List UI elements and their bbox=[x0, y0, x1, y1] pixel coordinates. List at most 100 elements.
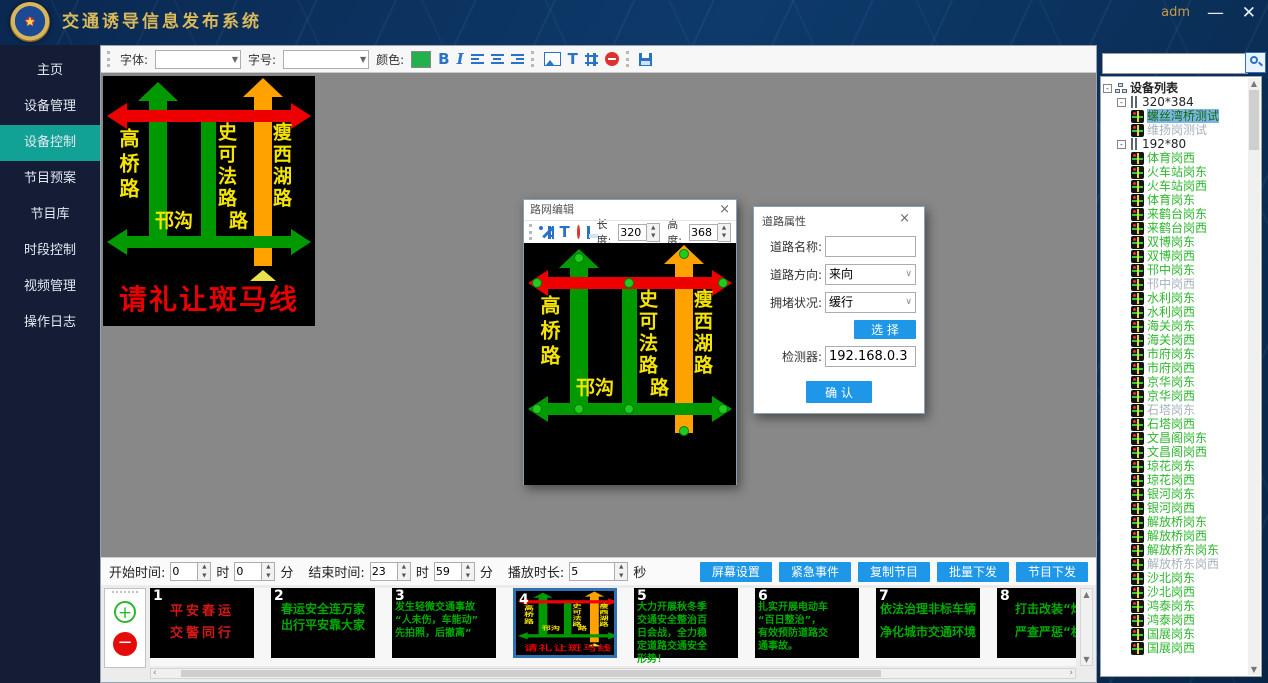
tree-device-item[interactable]: 解放桥东岗西 bbox=[1103, 557, 1247, 571]
tree-device-item[interactable]: 石塔岗西 bbox=[1103, 417, 1247, 431]
tree-device-item[interactable]: 螺丝湾桥测试 bbox=[1103, 109, 1247, 123]
search-button[interactable] bbox=[1245, 52, 1266, 73]
sidebar-item-program-library[interactable]: 节目库 bbox=[0, 197, 100, 233]
sidebar-item-home[interactable]: 主页 bbox=[0, 53, 100, 89]
close-icon[interactable]: × bbox=[719, 200, 730, 220]
align-center-icon[interactable] bbox=[491, 54, 504, 65]
tree-device-item[interactable]: 市府岗东 bbox=[1103, 347, 1247, 361]
tree-device-item[interactable]: 维扬岗测试 bbox=[1103, 123, 1247, 137]
end-hour-input[interactable] bbox=[370, 562, 398, 581]
tree-group-320x384[interactable]: -320*384 bbox=[1103, 95, 1247, 109]
height-stepper[interactable]: ▲▼ bbox=[718, 223, 731, 242]
playlist-item-1[interactable]: 1平安春运交警同行 bbox=[150, 588, 254, 658]
tree-device-item[interactable]: 京华岗西 bbox=[1103, 389, 1247, 403]
tree-device-item[interactable]: 解放桥东岗东 bbox=[1103, 543, 1247, 557]
tree-collapse-icon[interactable]: - bbox=[1117, 98, 1126, 107]
scroll-left-icon[interactable]: ‹ bbox=[153, 668, 157, 678]
congestion-select[interactable]: 缓行∨ bbox=[825, 292, 916, 313]
close-icon[interactable]: × bbox=[899, 211, 910, 226]
roadnet-sign-editor[interactable]: 高桥路史可法路瘦西湖路邗沟路 bbox=[524, 243, 736, 485]
start-minute-input[interactable] bbox=[234, 562, 262, 581]
roadnet-canvas[interactable]: 高桥路史可法路瘦西湖路邗沟路 bbox=[524, 243, 736, 485]
tree-device-item[interactable]: 解放桥岗东 bbox=[1103, 515, 1247, 529]
tree-device-item[interactable]: 鸿泰岗东 bbox=[1103, 599, 1247, 613]
length-stepper[interactable]: ▲▼ bbox=[647, 223, 660, 242]
tree-device-item[interactable]: 国展岗西 bbox=[1103, 641, 1247, 655]
tree-device-item[interactable]: 海关岗东 bbox=[1103, 319, 1247, 333]
program-send-button[interactable]: 节目下发 bbox=[1016, 562, 1088, 582]
save-icon[interactable] bbox=[639, 53, 652, 66]
bold-button[interactable]: B bbox=[438, 51, 449, 67]
end-minute-input[interactable] bbox=[434, 562, 462, 581]
add-item-button[interactable]: + bbox=[114, 601, 136, 623]
sidebar-item-device-management[interactable]: 设备管理 bbox=[0, 89, 100, 125]
start-minute-stepper[interactable]: ▲▼ bbox=[262, 562, 275, 581]
sidebar-item-schedule-control[interactable]: 时段控制 bbox=[0, 233, 100, 269]
tree-device-item[interactable]: 水利岗西 bbox=[1103, 305, 1247, 319]
tree-device-item[interactable]: 琼花岗东 bbox=[1103, 459, 1247, 473]
tree-device-item[interactable]: 解放桥岗西 bbox=[1103, 529, 1247, 543]
tree-device-item[interactable]: 沙北岗东 bbox=[1103, 571, 1247, 585]
batch-send-button[interactable]: 批量下发 bbox=[937, 562, 1009, 582]
copy-program-button[interactable]: 复制节目 bbox=[858, 562, 930, 582]
detector-input[interactable] bbox=[825, 346, 916, 367]
end-hour-stepper[interactable]: ▲▼ bbox=[398, 562, 411, 581]
tree-device-item[interactable]: 银河岗西 bbox=[1103, 501, 1247, 515]
tree-collapse-icon[interactable]: - bbox=[1103, 84, 1112, 93]
scrollbar-thumb[interactable] bbox=[181, 670, 881, 677]
save-icon[interactable] bbox=[587, 226, 590, 239]
screen-settings-button[interactable]: 屏幕设置 bbox=[700, 562, 772, 582]
tree-device-item[interactable]: 邗中岗东 bbox=[1103, 263, 1247, 277]
tree-device-item[interactable]: 琼花岗西 bbox=[1103, 473, 1247, 487]
start-hour-input[interactable] bbox=[170, 562, 198, 581]
playlist-vertical-scrollbar[interactable]: ▲ ▼ bbox=[1080, 588, 1093, 666]
tree-scrollbar[interactable]: ▲ ▼ bbox=[1248, 78, 1260, 675]
tree-device-item[interactable]: 体育岗西 bbox=[1103, 151, 1247, 165]
scroll-up-icon[interactable]: ▲ bbox=[1248, 79, 1260, 88]
tree-device-item[interactable]: 鸿泰岗西 bbox=[1103, 613, 1247, 627]
tree-device-item[interactable]: 海关岗西 bbox=[1103, 333, 1247, 347]
tree-device-item[interactable]: 文昌阁岗西 bbox=[1103, 445, 1247, 459]
remove-item-button[interactable]: − bbox=[113, 632, 137, 656]
tree-root-device-list[interactable]: -设备列表 bbox=[1103, 81, 1247, 95]
minimize-icon[interactable]: — bbox=[1207, 1, 1224, 25]
tree-device-item[interactable]: 国展岗东 bbox=[1103, 627, 1247, 641]
tree-collapse-icon[interactable]: - bbox=[1117, 140, 1126, 149]
duration-input[interactable] bbox=[569, 562, 615, 581]
image-icon[interactable] bbox=[544, 52, 561, 66]
tree-device-item[interactable]: 市府岗西 bbox=[1103, 361, 1247, 375]
tree-device-item[interactable]: 来鹤台岗西 bbox=[1103, 221, 1247, 235]
tree-device-item[interactable]: 双博岗西 bbox=[1103, 249, 1247, 263]
tree-device-item[interactable]: 文昌阁岗东 bbox=[1103, 431, 1247, 445]
playlist-item-7[interactable]: 7依法治理非标车辆净化城市交通环境 bbox=[876, 588, 980, 658]
tree-device-item[interactable]: 石塔岗东 bbox=[1103, 403, 1247, 417]
device-search-input[interactable] bbox=[1102, 53, 1248, 74]
color-swatch[interactable] bbox=[411, 51, 431, 68]
font-select[interactable]: ▼ bbox=[155, 50, 241, 69]
playlist-item-4[interactable]: 4高桥路史可法路瘦西湖路邗沟路请礼让斑马线 bbox=[513, 588, 617, 658]
tree-device-item[interactable]: 火车站岗东 bbox=[1103, 165, 1247, 179]
tree-device-item[interactable]: 火车站岗西 bbox=[1103, 179, 1247, 193]
text-tool-button[interactable]: T bbox=[560, 224, 570, 240]
align-right-icon[interactable] bbox=[511, 54, 524, 65]
scrollbar-thumb[interactable] bbox=[1249, 90, 1259, 150]
sidebar-item-device-control[interactable]: 设备控制 bbox=[0, 125, 100, 161]
roadnet-icon[interactable] bbox=[585, 53, 598, 66]
draw-line-icon[interactable] bbox=[540, 225, 543, 239]
scroll-down-icon[interactable]: ▼ bbox=[1248, 665, 1260, 674]
tree-device-item[interactable]: 来鹤台岗东 bbox=[1103, 207, 1247, 221]
scroll-right-icon[interactable]: › bbox=[1069, 668, 1073, 678]
playlist-horizontal-scrollbar[interactable]: ‹ › bbox=[150, 668, 1076, 679]
length-input[interactable] bbox=[618, 224, 647, 241]
playlist-item-6[interactable]: 6扎实开展电动车“百日整治”，有效预防道路交通事故。 bbox=[755, 588, 859, 658]
italic-button[interactable]: I bbox=[457, 51, 464, 67]
scroll-down-icon[interactable]: ▼ bbox=[1081, 655, 1092, 664]
tree-device-item[interactable]: 体育岗东 bbox=[1103, 193, 1247, 207]
confirm-button[interactable]: 确 认 bbox=[806, 381, 872, 403]
tree-group-192x80[interactable]: -192*80 bbox=[1103, 137, 1247, 151]
road-name-input[interactable] bbox=[825, 236, 916, 257]
end-minute-stepper[interactable]: ▲▼ bbox=[462, 562, 475, 581]
road-direction-select[interactable]: 来向∨ bbox=[825, 264, 916, 285]
emergency-event-button[interactable]: 紧急事件 bbox=[779, 562, 851, 582]
font-size-select[interactable]: ▼ bbox=[283, 50, 369, 69]
